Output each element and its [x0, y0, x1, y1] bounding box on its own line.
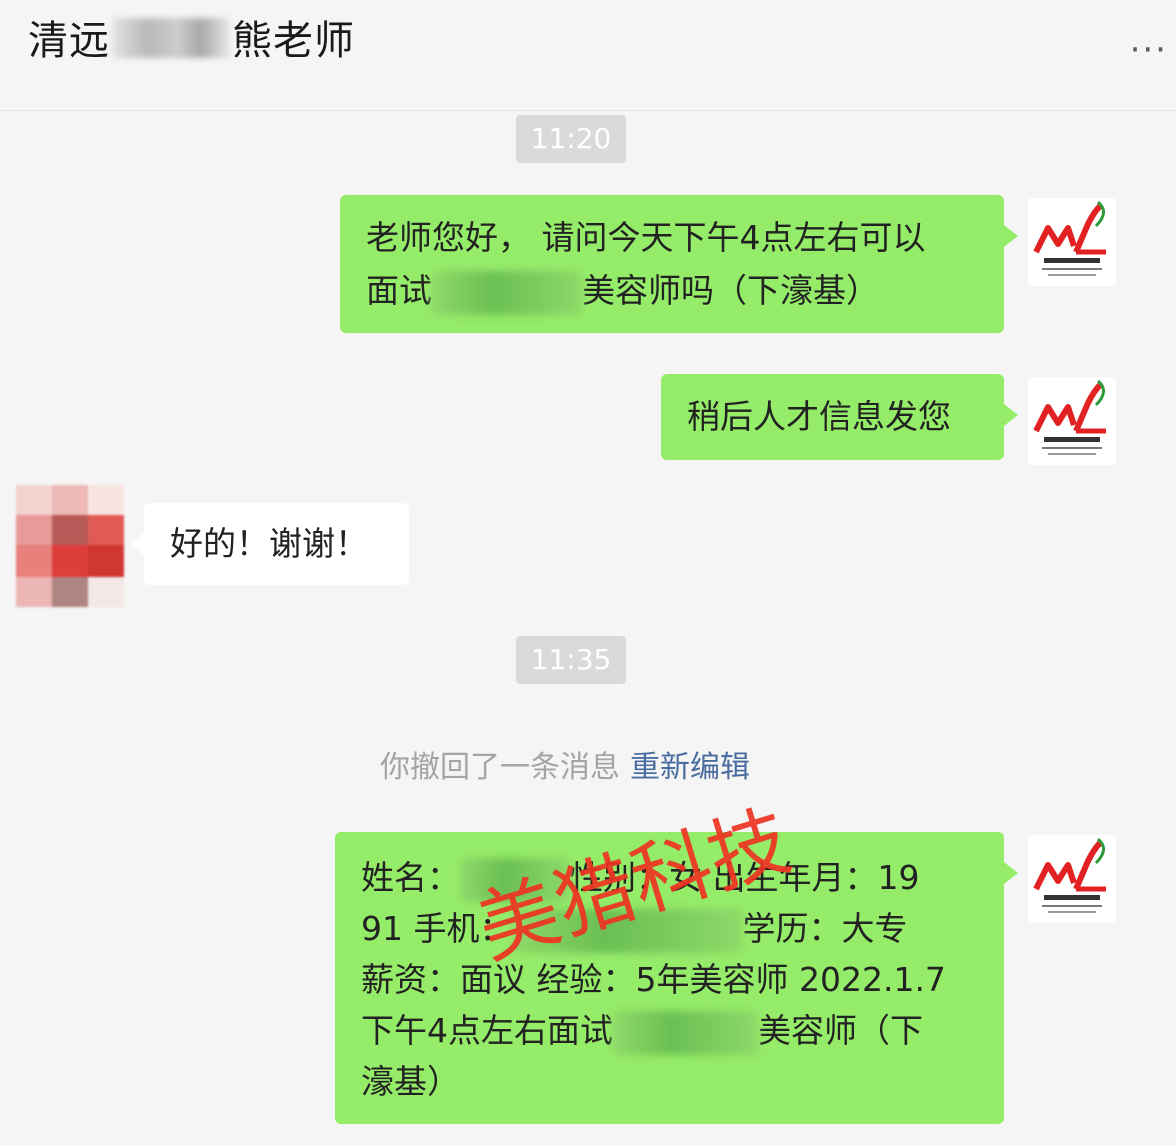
message-text-line: 濠基） — [361, 1062, 460, 1101]
chat-header: 清远 熊老师 ··· — [0, 0, 1176, 111]
recall-notice: 你撤回了一条消息 重新编辑 — [380, 742, 750, 786]
chat-title-suffix: 熊老师 — [232, 18, 355, 64]
message-text-line: 好的！谢谢！ — [170, 524, 368, 563]
message-text-fragment: 美容师吗（下濠基） — [582, 271, 879, 310]
message-bubble-sent[interactable]: 老师您好， 请问今天下午4点左右可以 面试 美容师吗（下濠基） — [340, 195, 1018, 333]
contact-avatar[interactable] — [16, 485, 124, 607]
message-text-fragment: 美容师（下 — [758, 1011, 923, 1050]
title-redaction — [112, 18, 230, 58]
message-bubble-sent[interactable]: 稍后人才信息发您 — [661, 374, 1018, 460]
more-options-icon[interactable]: ··· — [1130, 30, 1168, 70]
message-text-line: 稍后人才信息发您 — [687, 397, 951, 436]
message-text-line: 老师您好， 请问今天下午4点左右可以 — [366, 218, 926, 257]
re-edit-link[interactable]: 重新编辑 — [630, 750, 750, 785]
chat-title: 清远 熊老师 — [28, 8, 355, 66]
message-text-line: 薪资：面议 经验：5年美容师 2022.1.7 — [361, 960, 946, 999]
message-text-fragment: 面试 — [366, 271, 432, 310]
ml-logo-icon — [1033, 837, 1106, 913]
message-text-line: 下午4点左右面试 美容师（下 — [361, 1005, 978, 1056]
message-text-fragment: 下午4点左右面试 — [361, 1011, 613, 1050]
recall-text: 你撤回了一条消息 — [380, 750, 620, 785]
redaction-patch — [613, 1010, 758, 1055]
message-text-fragment: 姓名： — [361, 858, 460, 897]
ml-logo-icon — [1033, 200, 1106, 276]
pixelated-avatar-icon — [16, 485, 124, 607]
message-text-fragment: 学历：大专 — [742, 909, 908, 948]
sender-avatar[interactable] — [1028, 377, 1116, 465]
message-text-line: 面试 美容师吗（下濠基） — [366, 264, 978, 317]
sender-avatar[interactable] — [1028, 835, 1116, 923]
time-stamp: 11:35 — [516, 636, 626, 684]
chat-title-prefix: 清远 — [28, 18, 110, 64]
sender-avatar[interactable] — [1028, 198, 1116, 286]
ml-logo-icon — [1033, 379, 1106, 455]
redaction-patch — [432, 270, 582, 315]
time-stamp: 11:20 — [516, 115, 626, 163]
message-bubble-received[interactable]: 好的！谢谢！ — [130, 503, 409, 585]
